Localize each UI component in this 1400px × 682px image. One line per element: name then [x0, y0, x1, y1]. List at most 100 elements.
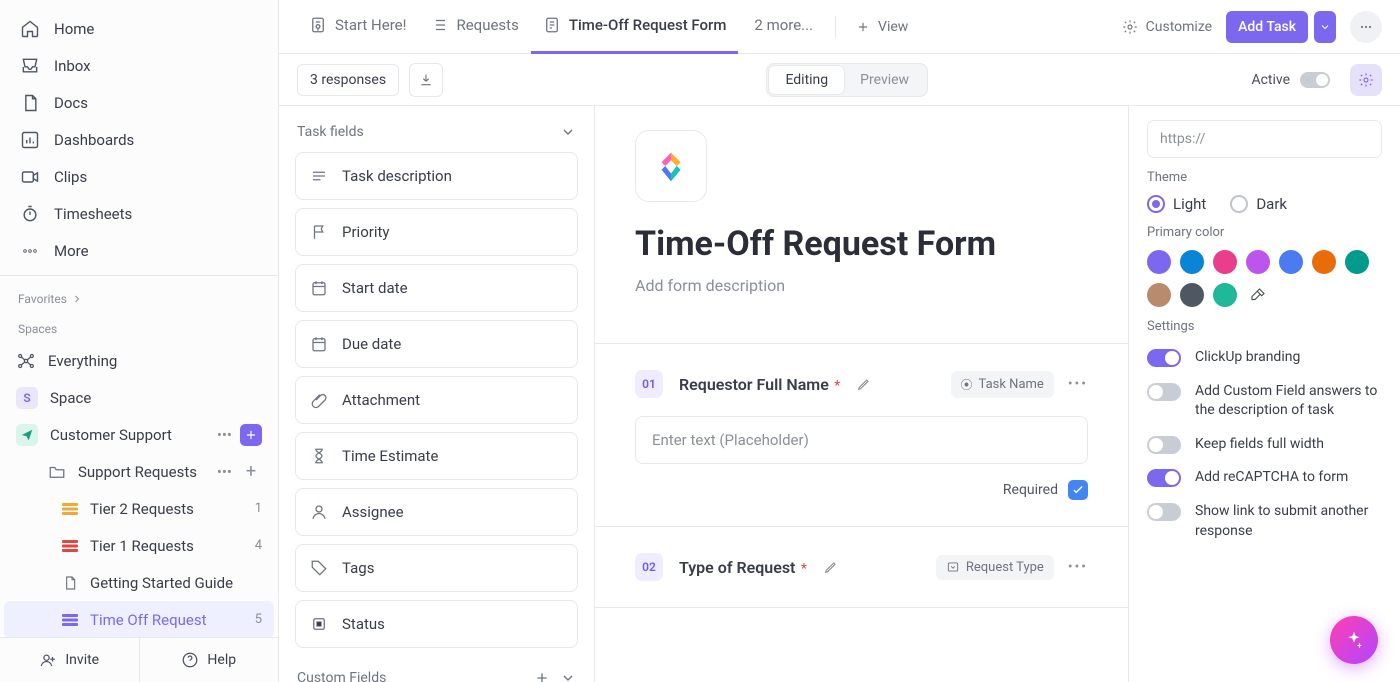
customize-button[interactable]: Customize	[1112, 13, 1222, 41]
add-list-button[interactable]: +	[240, 461, 262, 483]
view-tab[interactable]: Time-Off Request Form	[531, 0, 739, 54]
task-field-label: Due date	[342, 335, 401, 353]
form-url-input[interactable]	[1147, 120, 1382, 158]
plus-icon[interactable]	[534, 670, 550, 682]
color-swatch[interactable]	[1147, 283, 1171, 307]
form-logo[interactable]	[635, 130, 707, 202]
color-swatch[interactable]	[1147, 250, 1171, 274]
color-swatch[interactable]	[1213, 283, 1237, 307]
radio-icon	[1230, 195, 1248, 213]
list-count: 4	[255, 538, 262, 553]
add-task-label: Add Task	[1238, 19, 1296, 35]
sidebar-item-everything[interactable]: Everything	[4, 342, 274, 379]
custom-fields-header[interactable]: Custom Fields	[295, 666, 578, 682]
theme-dark-option[interactable]: Dark	[1230, 195, 1287, 213]
required-checkbox[interactable]	[1068, 480, 1088, 500]
nav-item-clips[interactable]: Clips	[8, 158, 270, 195]
theme-light-option[interactable]: Light	[1147, 195, 1206, 213]
form-title[interactable]: Time-Off Request Form	[635, 224, 1088, 264]
chevron-down-icon[interactable]	[560, 670, 576, 682]
task-field-label: Time Estimate	[342, 447, 438, 465]
nav-item-more[interactable]: More	[8, 232, 270, 269]
setting-toggle[interactable]	[1147, 349, 1181, 367]
view-tab[interactable]: Requests	[418, 0, 530, 54]
task-field-item[interactable]: Start date	[295, 264, 578, 312]
help-button[interactable]: Help	[139, 638, 279, 682]
task-field-item[interactable]: Tags	[295, 544, 578, 592]
task-field-item[interactable]: Attachment	[295, 376, 578, 424]
field-more-button[interactable]: •••	[1068, 376, 1088, 392]
preview-tab[interactable]: Preview	[844, 66, 925, 94]
form-settings-panel: Theme Light Dark Primary color Settings …	[1128, 106, 1400, 682]
add-view-button[interactable]: View	[846, 13, 918, 41]
color-swatch[interactable]	[1180, 283, 1204, 307]
color-swatch[interactable]	[1312, 250, 1336, 274]
view-tab[interactable]: Start Here!	[297, 0, 418, 54]
theme-label: Theme	[1147, 170, 1382, 185]
setting-toggle[interactable]	[1147, 503, 1181, 521]
color-swatch[interactable]	[1279, 250, 1303, 274]
nav-item-timesheets[interactable]: Timesheets	[8, 195, 270, 232]
task-field-item[interactable]: Due date	[295, 320, 578, 368]
plus-icon	[856, 20, 870, 34]
edit-field-button[interactable]	[823, 559, 839, 575]
toolbar-more-button[interactable]	[1350, 11, 1382, 43]
spaces-label: Spaces	[18, 322, 57, 336]
color-swatch[interactable]	[1213, 250, 1237, 274]
setting-toggle[interactable]	[1147, 383, 1181, 401]
nav-item-dashboards[interactable]: Dashboards	[8, 121, 270, 158]
sidebar-footer: Invite Help	[0, 637, 278, 682]
add-task-dropdown[interactable]	[1314, 11, 1336, 43]
task-fields-header[interactable]: Task fields	[295, 120, 578, 152]
sidebar-list-item[interactable]: Getting Started Guide	[4, 564, 274, 601]
spaces-header: Spaces	[0, 312, 278, 342]
sidebar-item-customer-support[interactable]: Customer Support •••	[4, 416, 274, 453]
setting-row: Show link to submit another response	[1147, 502, 1382, 541]
task-field-item[interactable]: Status	[295, 600, 578, 648]
setting-toggle[interactable]	[1147, 436, 1181, 454]
responses-count[interactable]: 3 responses	[297, 64, 399, 96]
sidebar-item-space[interactable]: S Space	[4, 379, 274, 416]
sidebar-list-item[interactable]: Tier 1 Requests 4	[4, 527, 274, 564]
task-field-item[interactable]: Assignee	[295, 488, 578, 536]
color-swatch[interactable]	[1345, 250, 1369, 274]
download-button[interactable]	[409, 63, 443, 97]
more-tabs[interactable]: 2 more...	[742, 0, 825, 54]
list-label: Tier 2 Requests	[90, 500, 194, 518]
task-field-item[interactable]: Time Estimate	[295, 432, 578, 480]
sparkle-icon	[1343, 629, 1365, 651]
setting-toggle[interactable]	[1147, 469, 1181, 487]
color-swatch[interactable]	[1180, 250, 1204, 274]
sidebar-item-support-requests[interactable]: Support Requests ••• +	[4, 453, 274, 490]
inbox-icon	[20, 56, 40, 76]
gear-icon	[1358, 72, 1374, 88]
more-icon[interactable]: •••	[217, 426, 232, 444]
ai-fab[interactable]	[1330, 616, 1378, 664]
eyedropper-button[interactable]	[1246, 283, 1270, 307]
list-icon	[62, 540, 78, 552]
add-space-button[interactable]	[240, 424, 262, 446]
setting-row: ClickUp branding	[1147, 348, 1382, 368]
add-task-button[interactable]: Add Task	[1226, 11, 1308, 43]
editing-tab[interactable]: Editing	[769, 66, 844, 94]
nav-item-home[interactable]: Home	[8, 10, 270, 47]
more-icon[interactable]: •••	[217, 463, 232, 481]
sidebar-list-item[interactable]: Tier 2 Requests 1	[4, 490, 274, 527]
tag-icon	[310, 559, 328, 577]
sidebar-list-item[interactable]: Time Off Request 5	[4, 601, 274, 637]
field-placeholder-input[interactable]	[635, 416, 1088, 464]
form-description[interactable]: Add form description	[635, 276, 1088, 295]
setting-label: Show link to submit another response	[1195, 502, 1382, 541]
favorites-header[interactable]: Favorites	[0, 282, 278, 312]
task-field-item[interactable]: Priority	[295, 208, 578, 256]
form-settings-button[interactable]	[1350, 64, 1382, 96]
nav-item-docs[interactable]: Docs	[8, 84, 270, 121]
active-toggle[interactable]	[1300, 72, 1330, 88]
color-swatch[interactable]	[1246, 250, 1270, 274]
invite-button[interactable]: Invite	[0, 638, 139, 682]
list-label: Getting Started Guide	[90, 574, 233, 592]
field-more-button[interactable]: •••	[1068, 559, 1088, 575]
task-field-item[interactable]: Task description	[295, 152, 578, 200]
edit-field-button[interactable]	[856, 376, 872, 392]
nav-item-inbox[interactable]: Inbox	[8, 47, 270, 84]
